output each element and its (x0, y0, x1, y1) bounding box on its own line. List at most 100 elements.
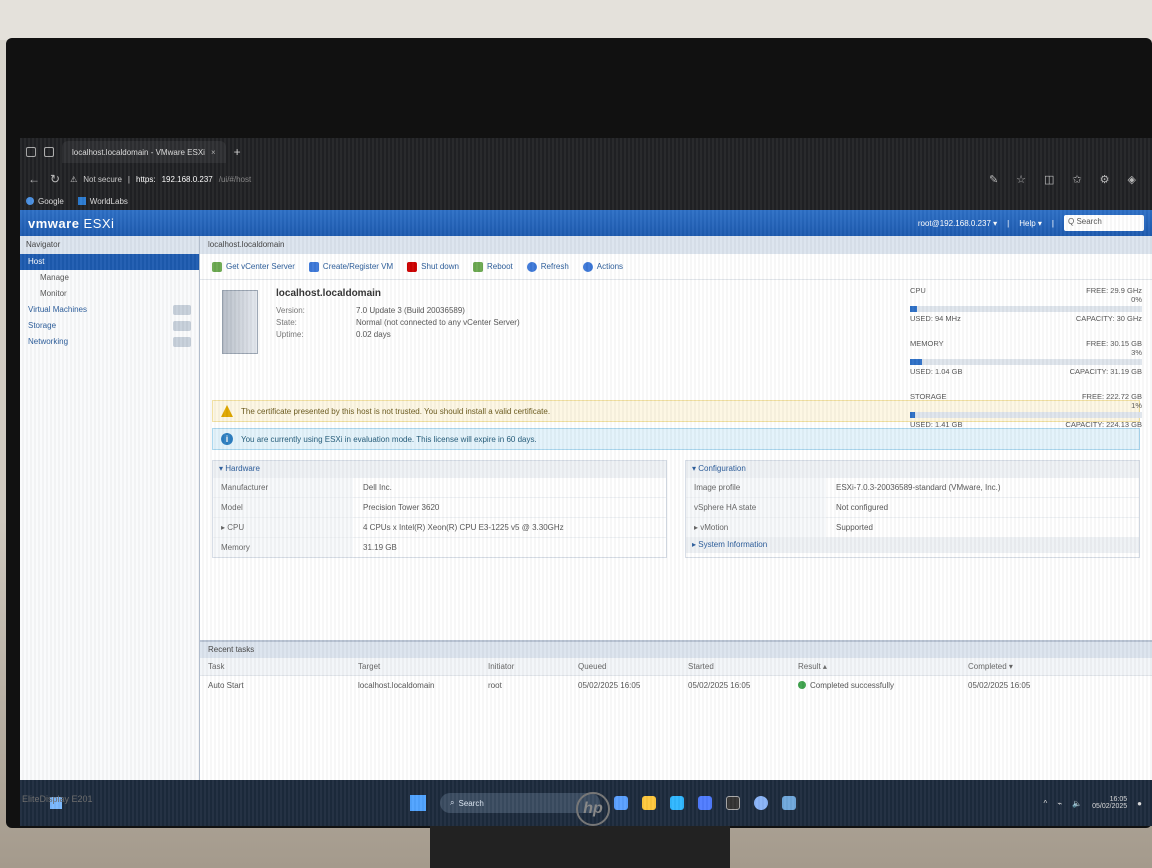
esxi-body: Navigator Host Manage Monitor Virtual Ma… (20, 236, 1152, 780)
col-started[interactable]: Started (680, 662, 790, 671)
search-label: Search (458, 798, 484, 808)
monitor-bezel: localhost.localdomain - VMware ESXi × + … (6, 38, 1152, 828)
edge-icon[interactable] (670, 796, 684, 810)
esxi-app: vmware ESXi root@192.168.0.237 ▾ | Help … (20, 210, 1152, 780)
completed-cell: 05/02/2025 16:05 (968, 680, 1031, 690)
host-toolbar: Get vCenter Server Create/Register VM Sh… (200, 254, 1152, 280)
url-host: 192.168.0.237 (161, 174, 213, 184)
panel-toggle[interactable]: ▾ Hardware (213, 461, 666, 477)
row-value: Precision Tower 3620 (363, 503, 440, 512)
col-target[interactable]: Target (350, 662, 480, 671)
host-version: Version: 7.0 Update 3 (Build 20036589) (276, 306, 465, 315)
new-tab-icon[interactable]: + (234, 145, 241, 159)
row-value: Not configured (836, 503, 889, 512)
target-cell: localhost.localdomain (358, 680, 435, 690)
row-value: Supported (836, 523, 873, 532)
row-key: ▸ vMotion (686, 518, 826, 537)
col-task[interactable]: Task (200, 662, 350, 671)
hardware-row[interactable]: ▸ CPU 4 CPUs x Intel(R) Xeon(R) CPU E3-12… (213, 517, 666, 537)
nav-item-storage[interactable]: Storage (20, 318, 199, 334)
gauge-free: FREE: 222.72 GB (1081, 392, 1142, 401)
bookmarks-bar: Google WorldLabs (20, 192, 1152, 210)
table-row[interactable]: Auto Start localhost.localdomain root 05… (200, 676, 1152, 694)
configuration-panel: ▾ Configuration Image profile ESXi-7.0.3-… (685, 460, 1140, 558)
row-key: Manufacturer (213, 478, 353, 497)
nav-item-virtual-machines[interactable]: Virtual Machines (20, 302, 199, 318)
file-explorer-icon[interactable] (642, 796, 656, 810)
notification-icon[interactable]: ● (1137, 799, 1142, 808)
panel-toggle[interactable]: ▾ Configuration (686, 461, 1139, 477)
count-badge (173, 305, 191, 315)
row-value: 4 CPUs x Intel(R) Xeon(R) CPU E3-1225 v5… (363, 523, 564, 532)
tab-search-icon[interactable] (44, 147, 54, 157)
favorites-icon[interactable]: ✩ (1072, 173, 1081, 186)
alert-text: The certificate presented by this host i… (241, 406, 551, 416)
col-result[interactable]: Result ▴ (790, 662, 960, 671)
host-uptime: Uptime: 0.02 days (276, 330, 391, 339)
reboot-icon (472, 261, 483, 272)
alert-text: You are currently using ESXi in evaluati… (241, 434, 537, 444)
tab-title: localhost.localdomain - VMware ESXi (72, 147, 205, 157)
config-row[interactable]: ▸ vMotion Supported (686, 517, 1139, 537)
monitor-stand (430, 826, 730, 868)
nav-item-manage[interactable]: Manage (20, 270, 199, 286)
chevron-up-icon[interactable]: ^ (1044, 799, 1048, 808)
clock[interactable]: 16:05 05/02/2025 (1092, 796, 1127, 810)
create-vm-button[interactable]: Create/Register VM (308, 261, 393, 272)
navigator-title: Navigator (20, 236, 199, 254)
nav-item-monitor[interactable]: Monitor (20, 286, 199, 302)
store-icon[interactable] (698, 796, 712, 810)
chat-icon[interactable] (614, 796, 628, 810)
reading-mode-icon[interactable]: ✎ (989, 173, 998, 186)
close-icon[interactable]: × (211, 148, 216, 157)
toolbar-label: Actions (596, 262, 624, 271)
browser-tab-bar: localhost.localdomain - VMware ESXi × + (20, 138, 1152, 166)
refresh-button[interactable]: Refresh (526, 261, 569, 272)
warning-icon[interactable]: ⚠ (70, 175, 77, 184)
row-value: ESXi-7.0.3-20036589-standard (VMware, In… (836, 483, 1001, 492)
browser-tab[interactable]: localhost.localdomain - VMware ESXi × (62, 141, 226, 163)
col-queued[interactable]: Queued (570, 662, 680, 671)
shutdown-button[interactable]: Shut down (407, 261, 459, 272)
windows-start-icon[interactable] (410, 795, 426, 811)
user-menu[interactable]: root@192.168.0.237 ▾ (918, 219, 997, 228)
bookmark-worldlabs[interactable]: WorldLabs (77, 197, 128, 206)
clock-date: 05/02/2025 (1092, 803, 1128, 810)
tab-actions-icon[interactable] (26, 147, 36, 157)
recent-tasks-title[interactable]: Recent tasks (200, 642, 1152, 658)
url-field[interactable]: ⚠ Not secure | https: 192.168.0.237 /ui/… (70, 175, 251, 184)
extensions-icon[interactable]: ⚙ (1100, 173, 1110, 186)
reboot-button[interactable]: Reboot (472, 261, 513, 272)
nav-item-networking[interactable]: Networking (20, 334, 199, 350)
get-vcenter-button[interactable]: Get vCenter Server (212, 261, 295, 272)
col-completed[interactable]: Completed ▾ (960, 662, 1070, 671)
row-value: 31.19 GB (363, 543, 397, 552)
search-input[interactable]: Q Search (1064, 215, 1144, 231)
copilot-icon[interactable]: ◈ (1128, 173, 1136, 186)
favorite-star-icon[interactable]: ☆ (1016, 173, 1026, 186)
search-icon: ⌕ (450, 798, 455, 807)
volume-icon[interactable]: 🔈 (1072, 799, 1082, 808)
clock-time: 16:05 (1109, 796, 1128, 803)
gauge-fill (910, 306, 917, 312)
system-info-toggle[interactable]: ▸ System Information (686, 537, 1139, 553)
help-menu[interactable]: Help ▾ (1019, 219, 1042, 228)
back-icon[interactable]: ← (28, 172, 40, 186)
host-summary: localhost.localdomain Version: 7.0 Updat… (200, 280, 1152, 429)
split-screen-icon[interactable]: ◫ (1044, 173, 1054, 186)
screen: localhost.localdomain - VMware ESXi × + … (20, 138, 1152, 826)
terminal-icon[interactable] (726, 796, 740, 810)
version-value: 7.0 Update 3 (Build 20036589) (356, 306, 465, 315)
network-icon[interactable]: ⌁ (1057, 799, 1062, 808)
nav-label: Host (28, 257, 45, 266)
bookmark-google[interactable]: Google (26, 197, 64, 206)
remote-desktop-icon[interactable] (782, 796, 796, 810)
settings-icon[interactable] (754, 796, 768, 810)
reload-icon[interactable]: ↻ (50, 172, 60, 186)
row-value: Dell Inc. (363, 483, 392, 492)
nav-item-host[interactable]: Host (20, 254, 199, 270)
result-text: Completed successfully (810, 680, 895, 690)
actions-button[interactable]: Actions (582, 261, 624, 272)
col-initiator[interactable]: Initiator (480, 662, 570, 671)
security-label[interactable]: Not secure (83, 175, 122, 184)
